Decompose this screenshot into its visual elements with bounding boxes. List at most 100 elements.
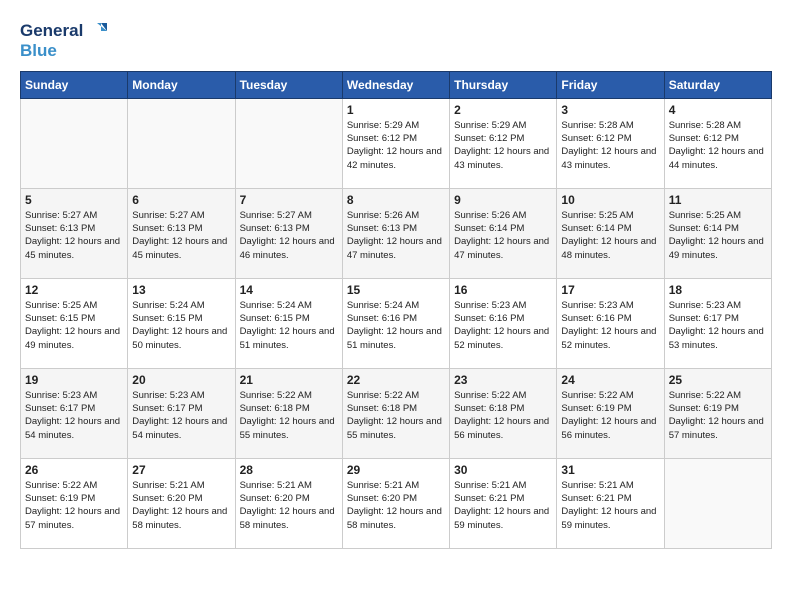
day-info: Sunrise: 5:25 AMSunset: 6:14 PMDaylight:… — [561, 209, 659, 262]
day-number: 30 — [454, 463, 552, 477]
day-number: 13 — [132, 283, 230, 297]
day-info: Sunrise: 5:29 AMSunset: 6:12 PMDaylight:… — [454, 119, 552, 172]
calendar-cell: 3 Sunrise: 5:28 AMSunset: 6:12 PMDaylight… — [557, 98, 664, 188]
calendar-cell: 18 Sunrise: 5:23 AMSunset: 6:17 PMDayligh… — [664, 278, 771, 368]
day-info: Sunrise: 5:26 AMSunset: 6:14 PMDaylight:… — [454, 209, 552, 262]
day-number: 4 — [669, 103, 767, 117]
day-info: Sunrise: 5:24 AMSunset: 6:15 PMDaylight:… — [132, 299, 230, 352]
day-number: 16 — [454, 283, 552, 297]
day-info: Sunrise: 5:28 AMSunset: 6:12 PMDaylight:… — [669, 119, 767, 172]
day-number: 2 — [454, 103, 552, 117]
calendar-cell — [235, 98, 342, 188]
calendar-cell: 17 Sunrise: 5:23 AMSunset: 6:16 PMDayligh… — [557, 278, 664, 368]
day-info: Sunrise: 5:26 AMSunset: 6:13 PMDaylight:… — [347, 209, 445, 262]
day-number: 29 — [347, 463, 445, 477]
weekday-header-monday: Monday — [128, 71, 235, 98]
weekday-header-tuesday: Tuesday — [235, 71, 342, 98]
weekday-header-wednesday: Wednesday — [342, 71, 449, 98]
day-number: 9 — [454, 193, 552, 207]
calendar-cell: 11 Sunrise: 5:25 AMSunset: 6:14 PMDayligh… — [664, 188, 771, 278]
calendar-cell: 19 Sunrise: 5:23 AMSunset: 6:17 PMDayligh… — [21, 368, 128, 458]
day-number: 1 — [347, 103, 445, 117]
calendar-cell: 10 Sunrise: 5:25 AMSunset: 6:14 PMDayligh… — [557, 188, 664, 278]
day-number: 11 — [669, 193, 767, 207]
day-number: 7 — [240, 193, 338, 207]
calendar-cell: 16Sunrise: 5:23 AMSunset: 6:16 PMDayligh… — [450, 278, 557, 368]
day-number: 5 — [25, 193, 123, 207]
day-info: Sunrise: 5:23 AMSunset: 6:17 PMDaylight:… — [669, 299, 767, 352]
day-info: Sunrise: 5:28 AMSunset: 6:12 PMDaylight:… — [561, 119, 659, 172]
calendar-table: SundayMondayTuesdayWednesdayThursdayFrid… — [20, 71, 772, 549]
calendar-cell: 15 Sunrise: 5:24 AMSunset: 6:16 PMDayligh… — [342, 278, 449, 368]
day-number: 26 — [25, 463, 123, 477]
calendar-cell: 4 Sunrise: 5:28 AMSunset: 6:12 PMDaylight… — [664, 98, 771, 188]
day-info: Sunrise: 5:29 AMSunset: 6:12 PMDaylight:… — [347, 119, 445, 172]
calendar-cell: 24 Sunrise: 5:22 AMSunset: 6:19 PMDayligh… — [557, 368, 664, 458]
week-row-5: 26Sunrise: 5:22 AMSunset: 6:19 PMDayligh… — [21, 458, 772, 548]
logo-general: General — [20, 22, 83, 41]
day-number: 8 — [347, 193, 445, 207]
day-info: Sunrise: 5:23 AMSunset: 6:16 PMDaylight:… — [561, 299, 659, 352]
day-number: 6 — [132, 193, 230, 207]
day-number: 18 — [669, 283, 767, 297]
day-info: Sunrise: 5:22 AMSunset: 6:19 PMDaylight:… — [669, 389, 767, 442]
week-row-4: 19 Sunrise: 5:23 AMSunset: 6:17 PMDayligh… — [21, 368, 772, 458]
calendar-cell: 26Sunrise: 5:22 AMSunset: 6:19 PMDayligh… — [21, 458, 128, 548]
calendar-cell: 27Sunrise: 5:21 AMSunset: 6:20 PMDayligh… — [128, 458, 235, 548]
calendar-cell: 5 Sunrise: 5:27 AMSunset: 6:13 PMDaylight… — [21, 188, 128, 278]
calendar-cell: 1 Sunrise: 5:29 AMSunset: 6:12 PMDaylight… — [342, 98, 449, 188]
weekday-header-sunday: Sunday — [21, 71, 128, 98]
calendar-cell: 25Sunrise: 5:22 AMSunset: 6:19 PMDayligh… — [664, 368, 771, 458]
day-info: Sunrise: 5:21 AMSunset: 6:20 PMDaylight:… — [240, 479, 338, 532]
day-info: Sunrise: 5:21 AMSunset: 6:21 PMDaylight:… — [561, 479, 659, 532]
day-info: Sunrise: 5:24 AMSunset: 6:15 PMDaylight:… — [240, 299, 338, 352]
day-info: Sunrise: 5:24 AMSunset: 6:16 PMDaylight:… — [347, 299, 445, 352]
day-number: 28 — [240, 463, 338, 477]
day-number: 19 — [25, 373, 123, 387]
week-row-1: 1 Sunrise: 5:29 AMSunset: 6:12 PMDaylight… — [21, 98, 772, 188]
logo-arrow-icon — [85, 20, 107, 42]
calendar-cell: 23 Sunrise: 5:22 AMSunset: 6:18 PMDayligh… — [450, 368, 557, 458]
day-info: Sunrise: 5:27 AMSunset: 6:13 PMDaylight:… — [25, 209, 123, 262]
calendar-cell: 13 Sunrise: 5:24 AMSunset: 6:15 PMDayligh… — [128, 278, 235, 368]
calendar-cell: 6Sunrise: 5:27 AMSunset: 6:13 PMDaylight… — [128, 188, 235, 278]
day-info: Sunrise: 5:27 AMSunset: 6:13 PMDaylight:… — [240, 209, 338, 262]
calendar-cell: 21 Sunrise: 5:22 AMSunset: 6:18 PMDayligh… — [235, 368, 342, 458]
week-row-3: 12Sunrise: 5:25 AMSunset: 6:15 PMDayligh… — [21, 278, 772, 368]
day-number: 20 — [132, 373, 230, 387]
calendar-cell: 12Sunrise: 5:25 AMSunset: 6:15 PMDayligh… — [21, 278, 128, 368]
calendar-cell: 30Sunrise: 5:21 AMSunset: 6:21 PMDayligh… — [450, 458, 557, 548]
day-info: Sunrise: 5:22 AMSunset: 6:19 PMDaylight:… — [561, 389, 659, 442]
day-number: 3 — [561, 103, 659, 117]
day-info: Sunrise: 5:23 AMSunset: 6:17 PMDaylight:… — [25, 389, 123, 442]
logo-blue: Blue — [20, 42, 107, 61]
calendar-cell — [21, 98, 128, 188]
day-number: 24 — [561, 373, 659, 387]
page-header: General Blue — [20, 20, 772, 61]
calendar-cell: 22 Sunrise: 5:22 AMSunset: 6:18 PMDayligh… — [342, 368, 449, 458]
week-row-2: 5 Sunrise: 5:27 AMSunset: 6:13 PMDaylight… — [21, 188, 772, 278]
day-info: Sunrise: 5:22 AMSunset: 6:18 PMDaylight:… — [454, 389, 552, 442]
day-info: Sunrise: 5:22 AMSunset: 6:18 PMDaylight:… — [240, 389, 338, 442]
calendar-cell — [664, 458, 771, 548]
day-number: 14 — [240, 283, 338, 297]
day-number: 21 — [240, 373, 338, 387]
calendar-cell: 31Sunrise: 5:21 AMSunset: 6:21 PMDayligh… — [557, 458, 664, 548]
day-info: Sunrise: 5:22 AMSunset: 6:18 PMDaylight:… — [347, 389, 445, 442]
weekday-header-friday: Friday — [557, 71, 664, 98]
day-info: Sunrise: 5:23 AMSunset: 6:17 PMDaylight:… — [132, 389, 230, 442]
day-number: 15 — [347, 283, 445, 297]
day-number: 22 — [347, 373, 445, 387]
day-number: 17 — [561, 283, 659, 297]
day-number: 12 — [25, 283, 123, 297]
calendar-cell: 7 Sunrise: 5:27 AMSunset: 6:13 PMDaylight… — [235, 188, 342, 278]
calendar-cell — [128, 98, 235, 188]
logo: General Blue — [20, 20, 107, 61]
day-info: Sunrise: 5:25 AMSunset: 6:14 PMDaylight:… — [669, 209, 767, 262]
calendar-cell: 8 Sunrise: 5:26 AMSunset: 6:13 PMDaylight… — [342, 188, 449, 278]
day-number: 10 — [561, 193, 659, 207]
calendar-cell: 2 Sunrise: 5:29 AMSunset: 6:12 PMDaylight… — [450, 98, 557, 188]
day-number: 23 — [454, 373, 552, 387]
calendar-cell: 29Sunrise: 5:21 AMSunset: 6:20 PMDayligh… — [342, 458, 449, 548]
calendar-cell: 9 Sunrise: 5:26 AMSunset: 6:14 PMDaylight… — [450, 188, 557, 278]
